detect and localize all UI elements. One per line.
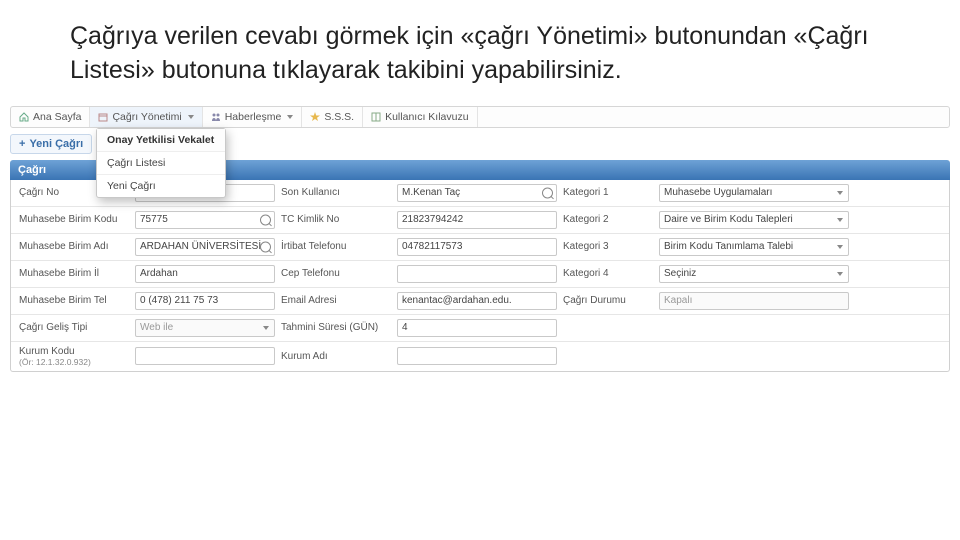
label-cagri-durumu: Çağrı Durumu <box>563 295 653 306</box>
call-form: Çağrı No 00230771 Son Kullanıcı M.Kenan … <box>10 180 950 372</box>
label-kurum-adi: Kurum Adı <box>281 351 391 362</box>
call-management-dropdown: Onay Yetkilisi Vekalet Çağrı Listesi Yen… <box>96 128 226 198</box>
book-icon <box>371 112 381 122</box>
input-tahmini-sure[interactable]: 4 <box>397 319 557 337</box>
instruction-heading: Çağrıya verilen cevabı görmek için «çağr… <box>0 0 960 106</box>
people-icon <box>211 112 221 122</box>
label-cep-telefon: Cep Telefonu <box>281 268 391 279</box>
input-son-kullanici[interactable]: M.Kenan Taç <box>397 184 557 202</box>
dropdown-yeni-cagri[interactable]: Yeni Çağrı <box>97 175 225 197</box>
label-tc-kimlik: TC Kimlik No <box>281 214 391 225</box>
label-irtibat-telefon: İrtibat Telefonu <box>281 241 391 252</box>
menu-guide[interactable]: Kullanıcı Kılavuzu <box>363 107 477 127</box>
label-kategori3: Kategori 3 <box>563 241 653 252</box>
calendar-icon <box>98 112 108 122</box>
menu-guide-label: Kullanıcı Kılavuzu <box>385 111 468 123</box>
input-muhasebe-birim-il[interactable]: Ardahan <box>135 265 275 283</box>
chevron-down-icon <box>188 115 194 119</box>
select-cagri-gelis-tipi[interactable]: Web ile <box>135 319 275 337</box>
star-icon <box>310 112 320 122</box>
input-cep-telefon[interactable] <box>397 265 557 283</box>
app-frame: Ana Sayfa Çağrı Yönetimi Haberleşme S.S.… <box>10 106 950 372</box>
menu-call-management-label: Çağrı Yönetimi <box>112 111 181 123</box>
input-irtibat-telefon[interactable]: 04782117573 <box>397 238 557 256</box>
home-icon <box>19 112 29 122</box>
menu-communication[interactable]: Haberleşme <box>203 107 303 127</box>
label-muhasebe-birim-kodu: Muhasebe Birim Kodu <box>19 214 129 225</box>
new-call-button-label: Yeni Çağrı <box>29 138 83 150</box>
menu-faq-label: S.S.S. <box>324 111 354 123</box>
label-kategori4: Kategori 4 <box>563 268 653 279</box>
input-kurum-kodu[interactable] <box>135 347 275 365</box>
input-tc-kimlik[interactable]: 21823794242 <box>397 211 557 229</box>
select-kategori2[interactable]: Daire ve Birim Kodu Talepleri <box>659 211 849 229</box>
label-son-kullanici: Son Kullanıcı <box>281 187 391 198</box>
main-menubar: Ana Sayfa Çağrı Yönetimi Haberleşme S.S.… <box>10 106 950 128</box>
menu-home-label: Ana Sayfa <box>33 111 81 123</box>
label-cagri-gelis-tipi: Çağrı Geliş Tipi <box>19 322 129 333</box>
select-kategori4[interactable]: Seçiniz <box>659 265 849 283</box>
label-tahmini-sure: Tahmini Süresi (GÜN) <box>281 322 391 333</box>
label-muhasebe-birim-il: Muhasebe Birim İl <box>19 268 129 279</box>
label-kategori2: Kategori 2 <box>563 214 653 225</box>
dropdown-onay-yetkilisi[interactable]: Onay Yetkilisi Vekalet <box>97 129 225 152</box>
label-kurum-kodu: Kurum Kodu (Ör: 12.1.32.0.932) <box>19 346 129 367</box>
menu-communication-label: Haberleşme <box>225 111 282 123</box>
menu-faq[interactable]: S.S.S. <box>302 107 363 127</box>
input-kurum-adi[interactable] <box>397 347 557 365</box>
select-kategori1[interactable]: Muhasebe Uygulamaları <box>659 184 849 202</box>
menu-home[interactable]: Ana Sayfa <box>11 107 90 127</box>
dropdown-cagri-listesi[interactable]: Çağrı Listesi <box>97 152 225 175</box>
input-muhasebe-birim-tel[interactable]: 0 (478) 211 75 73 <box>135 292 275 310</box>
label-email: Email Adresi <box>281 295 391 306</box>
display-cagri-durumu: Kapalı <box>659 292 849 310</box>
plus-icon: + <box>19 138 25 150</box>
label-kategori1: Kategori 1 <box>563 187 653 198</box>
input-muhasebe-birim-kodu[interactable]: 75775 <box>135 211 275 229</box>
input-muhasebe-birim-adi[interactable]: ARDAHAN ÜNİVERSİTESİ <box>135 238 275 256</box>
label-muhasebe-birim-tel: Muhasebe Birim Tel <box>19 295 129 306</box>
input-email[interactable]: kenantac@ardahan.edu. <box>397 292 557 310</box>
menu-call-management[interactable]: Çağrı Yönetimi <box>90 107 202 127</box>
label-muhasebe-birim-adi: Muhasebe Birim Adı <box>19 241 129 252</box>
chevron-down-icon <box>287 115 293 119</box>
new-call-button[interactable]: + Yeni Çağrı <box>10 134 92 154</box>
select-kategori3[interactable]: Birim Kodu Tanımlama Talebi <box>659 238 849 256</box>
